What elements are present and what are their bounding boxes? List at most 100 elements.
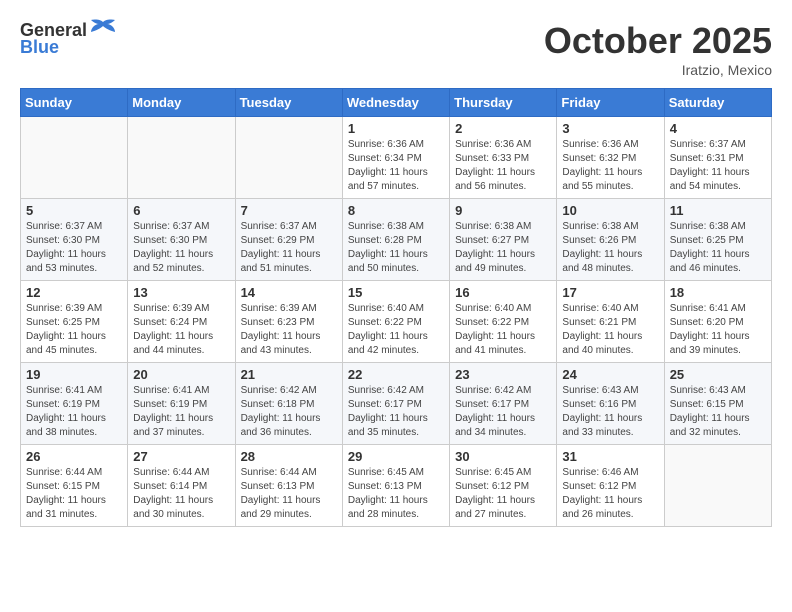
cell-content: Sunrise: 6:37 AMSunset: 6:30 PMDaylight:…	[26, 220, 122, 276]
sunrise-text: Sunrise: 6:38 AM	[670, 221, 746, 232]
sunset-text: Sunset: 6:20 PM	[670, 317, 744, 328]
sunrise-text: Sunrise: 6:45 AM	[455, 467, 531, 478]
sunset-text: Sunset: 6:33 PM	[455, 153, 529, 164]
sunrise-text: Sunrise: 6:44 AM	[26, 467, 102, 478]
sunset-text: Sunset: 6:26 PM	[562, 235, 636, 246]
day-number: 3	[562, 121, 658, 136]
cell-content: Sunrise: 6:36 AMSunset: 6:33 PMDaylight:…	[455, 138, 551, 194]
calendar-cell: 9Sunrise: 6:38 AMSunset: 6:27 PMDaylight…	[450, 199, 557, 281]
sunrise-text: Sunrise: 6:43 AM	[562, 385, 638, 396]
sunset-text: Sunset: 6:27 PM	[455, 235, 529, 246]
daylight-text: Daylight: 11 hours and 38 minutes.	[26, 413, 106, 438]
cell-content: Sunrise: 6:39 AMSunset: 6:23 PMDaylight:…	[241, 302, 337, 358]
sunset-text: Sunset: 6:32 PM	[562, 153, 636, 164]
cell-content: Sunrise: 6:42 AMSunset: 6:17 PMDaylight:…	[348, 384, 444, 440]
calendar-cell: 10Sunrise: 6:38 AMSunset: 6:26 PMDayligh…	[557, 199, 664, 281]
sunset-text: Sunset: 6:16 PM	[562, 399, 636, 410]
calendar-cell: 1Sunrise: 6:36 AMSunset: 6:34 PMDaylight…	[342, 117, 449, 199]
sunrise-text: Sunrise: 6:41 AM	[133, 385, 209, 396]
day-number: 20	[133, 367, 229, 382]
daylight-text: Daylight: 11 hours and 54 minutes.	[670, 167, 750, 192]
calendar-table: SundayMondayTuesdayWednesdayThursdayFrid…	[20, 88, 772, 527]
logo: General Blue	[20, 20, 117, 58]
cell-content: Sunrise: 6:44 AMSunset: 6:15 PMDaylight:…	[26, 466, 122, 522]
cell-content: Sunrise: 6:39 AMSunset: 6:25 PMDaylight:…	[26, 302, 122, 358]
daylight-text: Daylight: 11 hours and 31 minutes.	[26, 495, 106, 520]
daylight-text: Daylight: 11 hours and 26 minutes.	[562, 495, 642, 520]
sunset-text: Sunset: 6:12 PM	[562, 481, 636, 492]
sunrise-text: Sunrise: 6:41 AM	[670, 303, 746, 314]
sunrise-text: Sunrise: 6:36 AM	[455, 139, 531, 150]
calendar-cell: 12 Sunrise: 6:39 AMSunset: 6:25 PMDayligh…	[21, 281, 128, 363]
cell-content: Sunrise: 6:38 AMSunset: 6:27 PMDaylight:…	[455, 220, 551, 276]
cell-content: Sunrise: 6:45 AMSunset: 6:13 PMDaylight:…	[348, 466, 444, 522]
day-number: 6	[133, 203, 229, 218]
calendar-cell: 19Sunrise: 6:41 AMSunset: 6:19 PMDayligh…	[21, 363, 128, 445]
day-number: 1	[348, 121, 444, 136]
calendar-cell: 30Sunrise: 6:45 AMSunset: 6:12 PMDayligh…	[450, 445, 557, 527]
calendar-week-row: 19Sunrise: 6:41 AMSunset: 6:19 PMDayligh…	[21, 363, 772, 445]
sunrise-text: Sunrise: 6:41 AM	[26, 385, 102, 396]
day-number: 15	[348, 285, 444, 300]
day-number: 31	[562, 449, 658, 464]
day-number: 12	[26, 285, 122, 300]
sunset-text: Sunset: 6:13 PM	[241, 481, 315, 492]
calendar-cell	[128, 117, 235, 199]
calendar-cell: 24Sunrise: 6:43 AMSunset: 6:16 PMDayligh…	[557, 363, 664, 445]
day-number: 4	[670, 121, 766, 136]
cell-content: Sunrise: 6:45 AMSunset: 6:12 PMDaylight:…	[455, 466, 551, 522]
calendar-cell: 17 Sunrise: 6:40 AMSunset: 6:21 PMDayligh…	[557, 281, 664, 363]
cell-content: Sunrise: 6:40 AMSunset: 6:21 PMDaylight:…	[562, 302, 658, 358]
calendar-cell: 4 Sunrise: 6:37 AMSunset: 6:31 PMDaylight…	[664, 117, 771, 199]
sunrise-text: Sunrise: 6:38 AM	[348, 221, 424, 232]
daylight-text: Daylight: 11 hours and 40 minutes.	[562, 331, 642, 356]
daylight-text: Daylight: 11 hours and 32 minutes.	[670, 413, 750, 438]
sunset-text: Sunset: 6:25 PM	[670, 235, 744, 246]
daylight-text: Daylight: 11 hours and 45 minutes.	[26, 331, 106, 356]
calendar-header-tuesday: Tuesday	[235, 89, 342, 117]
sunset-text: Sunset: 6:34 PM	[348, 153, 422, 164]
calendar-cell: 11Sunrise: 6:38 AMSunset: 6:25 PMDayligh…	[664, 199, 771, 281]
cell-content: Sunrise: 6:37 AMSunset: 6:29 PMDaylight:…	[241, 220, 337, 276]
daylight-text: Daylight: 11 hours and 43 minutes.	[241, 331, 321, 356]
sunset-text: Sunset: 6:30 PM	[133, 235, 207, 246]
cell-content: Sunrise: 6:37 AMSunset: 6:31 PMDaylight:…	[670, 138, 766, 194]
sunrise-text: Sunrise: 6:37 AM	[241, 221, 317, 232]
cell-content: Sunrise: 6:42 AMSunset: 6:17 PMDaylight:…	[455, 384, 551, 440]
day-number: 17	[562, 285, 658, 300]
calendar-cell: 18Sunrise: 6:41 AMSunset: 6:20 PMDayligh…	[664, 281, 771, 363]
sunrise-text: Sunrise: 6:39 AM	[26, 303, 102, 314]
day-number: 5	[26, 203, 122, 218]
cell-content: Sunrise: 6:40 AMSunset: 6:22 PMDaylight:…	[455, 302, 551, 358]
daylight-text: Daylight: 11 hours and 52 minutes.	[133, 249, 213, 274]
sunset-text: Sunset: 6:14 PM	[133, 481, 207, 492]
calendar-cell: 25Sunrise: 6:43 AMSunset: 6:15 PMDayligh…	[664, 363, 771, 445]
sunset-text: Sunset: 6:19 PM	[133, 399, 207, 410]
calendar-week-row: 12 Sunrise: 6:39 AMSunset: 6:25 PMDayligh…	[21, 281, 772, 363]
sunset-text: Sunset: 6:29 PM	[241, 235, 315, 246]
sunset-text: Sunset: 6:17 PM	[455, 399, 529, 410]
calendar-cell: 15Sunrise: 6:40 AMSunset: 6:22 PMDayligh…	[342, 281, 449, 363]
cell-content: Sunrise: 6:41 AMSunset: 6:19 PMDaylight:…	[26, 384, 122, 440]
day-number: 2	[455, 121, 551, 136]
sunrise-text: Sunrise: 6:36 AM	[348, 139, 424, 150]
cell-content: Sunrise: 6:42 AMSunset: 6:18 PMDaylight:…	[241, 384, 337, 440]
sunrise-text: Sunrise: 6:44 AM	[241, 467, 317, 478]
calendar-cell: 16Sunrise: 6:40 AMSunset: 6:22 PMDayligh…	[450, 281, 557, 363]
sunset-text: Sunset: 6:21 PM	[562, 317, 636, 328]
day-number: 27	[133, 449, 229, 464]
logo-bird-icon	[89, 18, 117, 40]
sunset-text: Sunset: 6:22 PM	[455, 317, 529, 328]
calendar-cell: 14Sunrise: 6:39 AMSunset: 6:23 PMDayligh…	[235, 281, 342, 363]
sunset-text: Sunset: 6:17 PM	[348, 399, 422, 410]
sunrise-text: Sunrise: 6:39 AM	[133, 303, 209, 314]
calendar-header-saturday: Saturday	[664, 89, 771, 117]
daylight-text: Daylight: 11 hours and 53 minutes.	[26, 249, 106, 274]
logo-blue-text: Blue	[20, 37, 59, 58]
sunrise-text: Sunrise: 6:43 AM	[670, 385, 746, 396]
cell-content: Sunrise: 6:39 AMSunset: 6:24 PMDaylight:…	[133, 302, 229, 358]
daylight-text: Daylight: 11 hours and 55 minutes.	[562, 167, 642, 192]
page-header: General Blue October 2025 Iratzio, Mexic…	[20, 20, 772, 78]
day-number: 7	[241, 203, 337, 218]
calendar-cell: 20Sunrise: 6:41 AMSunset: 6:19 PMDayligh…	[128, 363, 235, 445]
